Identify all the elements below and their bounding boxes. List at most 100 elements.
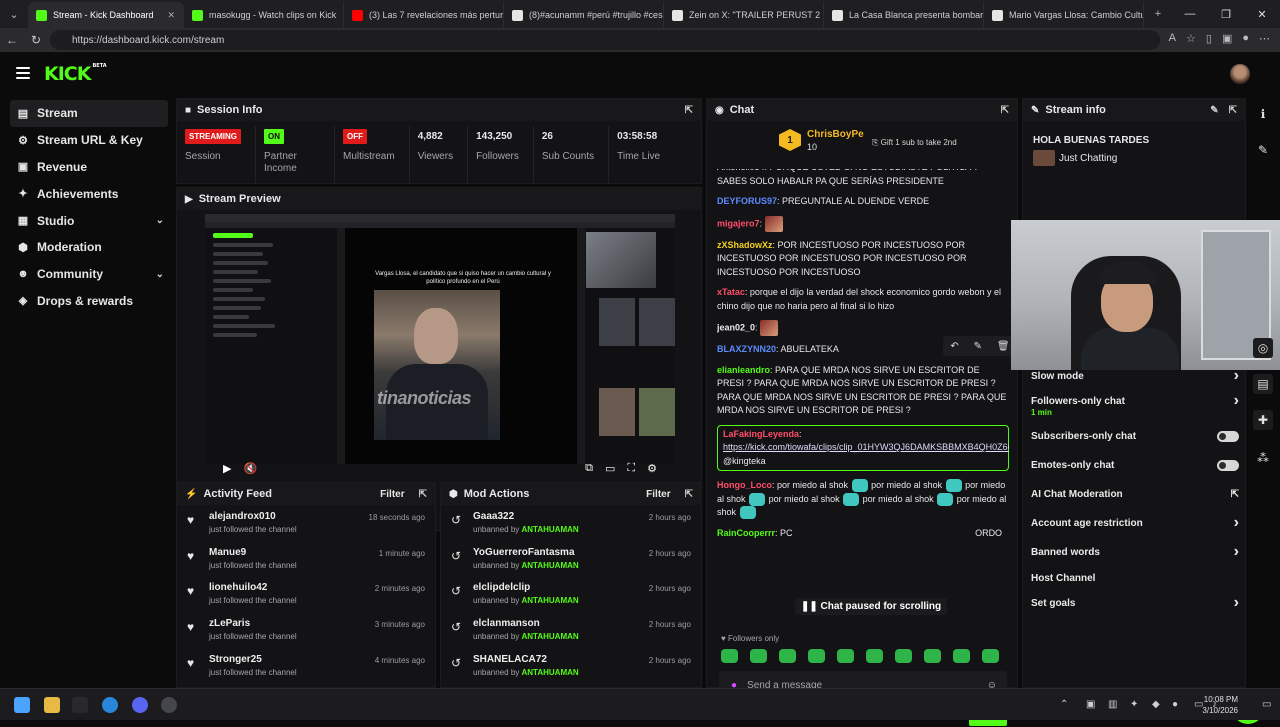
file-explorer-icon[interactable] <box>44 697 60 713</box>
tab-search-icon[interactable]: ⌄ <box>0 0 28 28</box>
mod-action-by[interactable]: ANTAHUAMAN <box>522 596 579 605</box>
notification-icon[interactable]: ▭ <box>1262 699 1271 710</box>
mod-action-by[interactable]: ANTAHUAMAN <box>522 525 579 534</box>
emote[interactable] <box>895 649 912 663</box>
chat-username[interactable]: Hongo_Loco <box>717 480 772 490</box>
mod-action-username[interactable]: YoGuerreroFantasma <box>473 547 579 558</box>
chat-username[interactable]: migajero7 <box>717 218 760 228</box>
tab-close-icon[interactable]: ✕ <box>161 10 175 21</box>
mod-action-username[interactable]: elclanmanson <box>473 618 579 629</box>
emote[interactable] <box>953 649 970 663</box>
favorite-icon[interactable]: ☆ <box>1186 32 1196 45</box>
obs-icon[interactable] <box>161 697 177 713</box>
chat-messages[interactable]: Antonell034: PORQUE USTED SI NO ESTUDIAS… <box>717 169 1009 559</box>
pencil-icon[interactable]: ✎ <box>1253 140 1273 160</box>
back-icon[interactable]: ← <box>0 33 24 47</box>
more-icon[interactable]: ⋯ <box>1259 32 1270 45</box>
stream-preview-video[interactable]: Vargas Llosa, el candidato que si quiso … <box>205 214 675 464</box>
tray-arrow-icon[interactable]: ⌃ <box>1060 699 1068 710</box>
activity-item[interactable]: ♥ zLeParis just followed the channel 3 minu… <box>177 612 435 648</box>
mod-action-by[interactable]: ANTAHUAMAN <box>522 668 579 677</box>
chat-username[interactable]: elianleandro <box>717 365 770 375</box>
activity-username[interactable]: alejandrox010 <box>209 511 297 522</box>
theater-icon[interactable]: ▭ <box>605 462 615 475</box>
pip-icon[interactable]: ⧉ <box>585 462 593 475</box>
popout-icon[interactable]: ⇱ <box>1229 105 1237 116</box>
browser-tab[interactable]: Mario Vargas Llosa: Cambio Cultu✕ <box>984 2 1144 28</box>
mod-action-item[interactable]: ↺ Gaaa322 unbanned by ANTAHUAMAN 2 hours ag… <box>441 505 701 541</box>
activity-username[interactable]: zLeParis <box>209 618 297 629</box>
chat-username[interactable]: zXShadowXz <box>717 240 773 250</box>
external-link-icon[interactable]: ⇱ <box>1231 489 1239 500</box>
emote[interactable] <box>721 649 738 663</box>
popout-icon[interactable]: ⇱ <box>419 489 427 500</box>
kick-logo[interactable]: KICK BETA <box>44 63 107 85</box>
apps-icon[interactable]: ⁂ <box>1253 448 1273 468</box>
sidebar-item-drops-rewards[interactable]: ◈ Drops & rewards <box>10 288 168 315</box>
browser-tab[interactable]: La Casa Blanca presenta bombard✕ <box>824 2 984 28</box>
browser-tab[interactable]: Zein on X: "TRAILER PERUST 2 🔥✕ <box>664 2 824 28</box>
toggle-switch[interactable] <box>1217 459 1239 471</box>
activity-item[interactable]: ♥ Manue9 just followed the channel 1 minute… <box>177 541 435 577</box>
read-aloud-icon[interactable]: A <box>1169 32 1176 45</box>
edit-icon[interactable]: ✎ <box>1210 105 1218 116</box>
play-icon[interactable]: ▶ <box>223 462 231 475</box>
mod-action-username[interactable]: SHANELACA72 <box>473 654 579 665</box>
wrench-icon[interactable]: ✚ <box>1253 410 1273 430</box>
setting-set-goals[interactable]: Set goals › <box>1031 591 1239 615</box>
menu-icon[interactable] <box>16 67 30 79</box>
fullscreen-icon[interactable]: ⛶ <box>627 462 635 475</box>
tray-app-icon[interactable]: ◆ <box>1152 699 1160 710</box>
sidebar-item-achievements[interactable]: ✦ Achievements <box>10 180 168 207</box>
filter-button[interactable]: Filter <box>380 489 404 500</box>
emote[interactable] <box>837 649 854 663</box>
broadcast-icon[interactable]: ◎ <box>1253 338 1273 358</box>
pin-icon[interactable]: ✎ <box>974 341 982 352</box>
setting-subscribers-only-chat[interactable]: Subscribers-only chat <box>1031 424 1239 448</box>
sidebar-item-community[interactable]: ☻ Community ⌄ <box>10 261 168 288</box>
emote[interactable] <box>924 649 941 663</box>
emote[interactable] <box>866 649 883 663</box>
setting-banned-words[interactable]: Banned words › <box>1031 540 1239 564</box>
browser-tab[interactable]: (8)#acunamm #perú #trujillo #ces✕ <box>504 2 664 28</box>
url-field[interactable]: https://dashboard.kick.com/stream <box>50 30 1160 50</box>
emote[interactable] <box>750 649 767 663</box>
setting-ai-chat-moderation[interactable]: AI Chat Moderation ⇱ <box>1031 482 1239 506</box>
new-tab-button[interactable]: + <box>1144 0 1172 28</box>
sidebar-item-stream[interactable]: ▤ Stream <box>10 100 168 127</box>
emote[interactable] <box>982 649 999 663</box>
filter-button[interactable]: Filter <box>646 489 670 500</box>
popout-icon[interactable]: ⇱ <box>685 105 693 116</box>
chevron-down-icon[interactable]: ⌄ <box>156 269 164 280</box>
mute-icon[interactable]: 🔇 <box>243 462 257 475</box>
setting-followers-only-chat[interactable]: Followers-only chat › <box>1031 389 1239 413</box>
mod-action-item[interactable]: ↺ YoGuerreroFantasma unbanned by ANTAHUAMA… <box>441 541 701 577</box>
mod-action-item[interactable]: ↺ elclanmanson unbanned by ANTAHUAMAN 2 hou… <box>441 612 701 648</box>
activity-item[interactable]: ♥ lionehuilo42 just followed the channel 2 … <box>177 576 435 612</box>
activity-item[interactable]: ♥ Stronger25 just followed the channel 4 mi… <box>177 648 435 684</box>
chat-username[interactable]: BLAXZYNN20 <box>717 344 776 354</box>
setting-host-channel[interactable]: Host Channel <box>1031 566 1239 590</box>
setting-emotes-only-chat[interactable]: Emotes-only chat <box>1031 453 1239 477</box>
activity-username[interactable]: Manue9 <box>209 547 297 558</box>
discord-icon[interactable] <box>132 697 148 713</box>
highlighted-message[interactable]: LaFakingLeyenda: https://kick.com/tiowaf… <box>717 424 1009 471</box>
split-screen-icon[interactable]: ▯ <box>1206 32 1212 45</box>
chat-username[interactable]: RainCooperrr <box>717 528 775 538</box>
chevron-right-icon[interactable]: › <box>1234 594 1239 612</box>
sidebar-item-studio[interactable]: ▦ Studio ⌄ <box>10 207 168 234</box>
top-gifter-name[interactable]: ChrisBoyPe <box>807 129 864 140</box>
tray-app-icon[interactable]: ✦ <box>1130 699 1138 710</box>
chevron-down-icon[interactable]: ⌄ <box>156 215 164 226</box>
emote[interactable] <box>779 649 796 663</box>
sidebar-item-moderation[interactable]: ⬢ Moderation <box>10 234 168 261</box>
layout-icon[interactable]: ▤ <box>1253 374 1273 394</box>
reload-icon[interactable]: ↻ <box>24 33 48 47</box>
popout-icon[interactable]: ⇱ <box>685 489 693 500</box>
sidebar-item-stream-url-key[interactable]: ⚙ Stream URL & Key <box>10 127 168 154</box>
chat-username[interactable]: LaFakingLeyenda <box>723 429 799 439</box>
mod-action-by[interactable]: ANTAHUAMAN <box>522 561 579 570</box>
popout-icon[interactable]: ⇱ <box>1001 105 1009 116</box>
clip-link[interactable]: https://kick.com/tiowafa/clips/clip_01HY… <box>723 442 1009 452</box>
mod-action-username[interactable]: Gaaa322 <box>473 511 579 522</box>
